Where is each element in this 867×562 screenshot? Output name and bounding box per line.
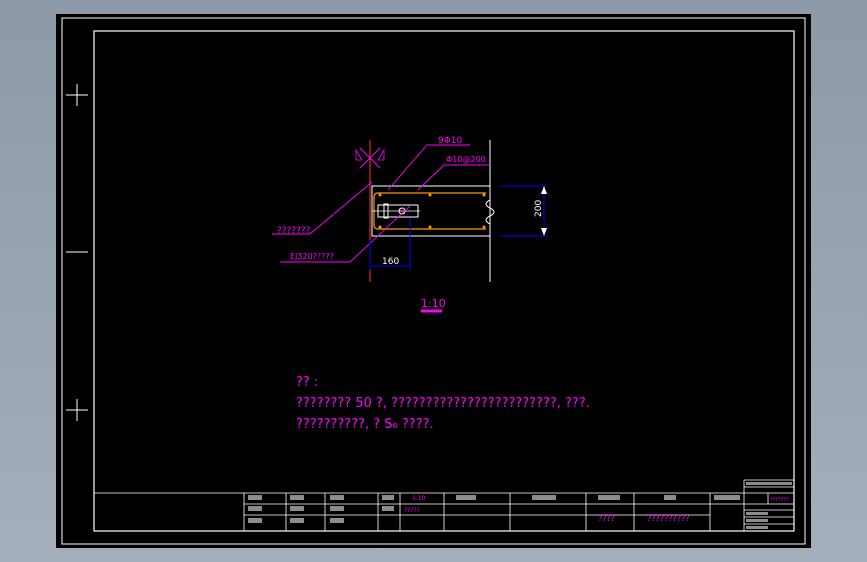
cad-drawing: 9Φ10 Φ10@200 ??????? EJ320????? 200 160 … [56, 14, 811, 548]
tb-cell-2: ????? [404, 507, 420, 514]
tb-scale: 1:10 [412, 495, 426, 502]
note-line-1: ???????? 50 ?, ????????????????????????,… [296, 396, 590, 411]
dim-width: 160 [382, 257, 399, 267]
label-left-a: ??????? [277, 226, 311, 236]
tb-cell-5: ??????? [770, 497, 789, 503]
sheet [56, 14, 811, 548]
label-rebar-top: 9Φ10 [438, 136, 463, 146]
dim-height: 200 [534, 200, 544, 217]
label-stirrup: Φ10@200 [446, 155, 486, 164]
tb-cell-4: ?????????? [647, 514, 689, 523]
note-line-2: ??????????, ? S₆ ????. [296, 417, 434, 432]
note-title: ?? : [296, 375, 318, 390]
tb-cell-3: ???? [598, 514, 615, 523]
scale-label: 1:10 [421, 297, 446, 310]
label-left-b: EJ320????? [290, 252, 334, 261]
